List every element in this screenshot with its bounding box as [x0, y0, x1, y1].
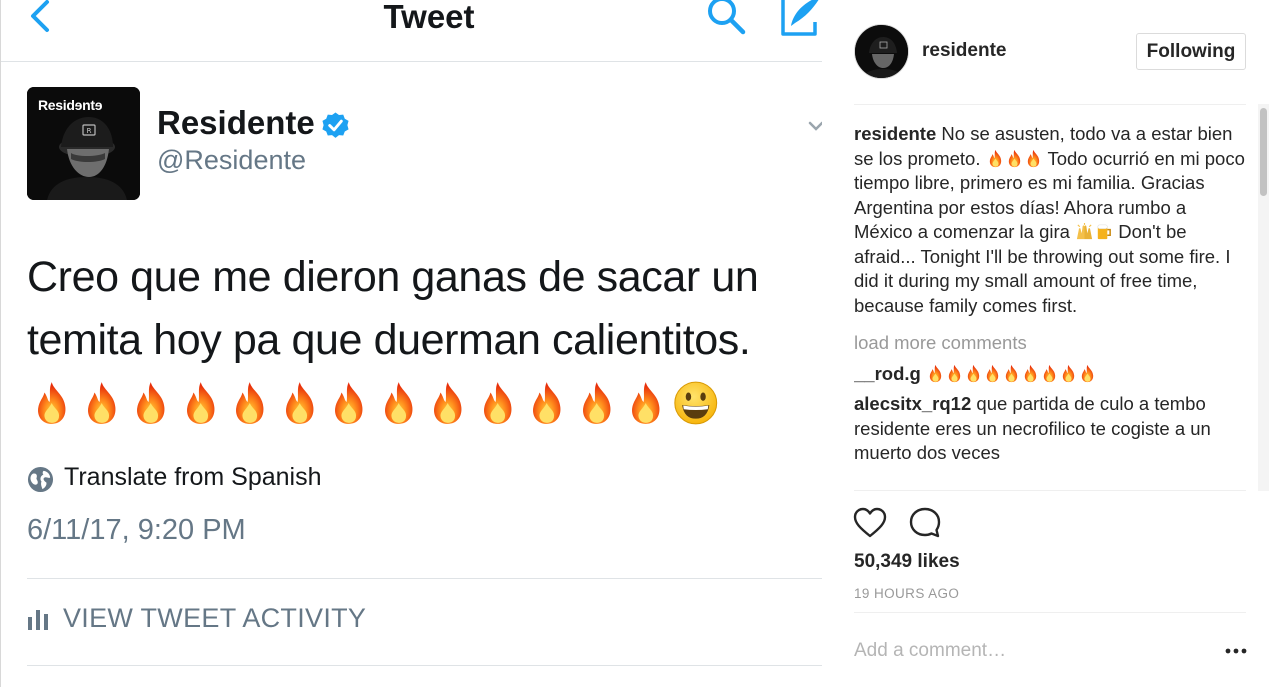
tweet-timestamp: 6/11/17, 9:20 PM [27, 514, 246, 546]
fire-emoji [423, 380, 473, 426]
tweet-header: Tweet [1, 0, 822, 62]
fire-emoji [176, 380, 226, 426]
fire-emoji [126, 380, 176, 426]
scroll-thumb[interactable] [1260, 108, 1267, 196]
heart-icon[interactable] [852, 505, 888, 541]
caption-emoji-fire [986, 148, 1043, 169]
fire-emoji [983, 364, 1002, 383]
fire-emoji [1005, 149, 1024, 168]
fire-emoji [473, 380, 523, 426]
avatar[interactable]: R Residɘntɘ [27, 87, 140, 200]
avatar-logo-text: Residɘntɘ [38, 97, 103, 113]
add-comment-input[interactable] [854, 636, 1194, 666]
fire-emoji [225, 380, 275, 426]
author-name[interactable]: Residente [157, 104, 315, 142]
comment-bubble-icon[interactable] [908, 505, 942, 541]
grinning-face-emoji [671, 380, 721, 426]
divider [854, 612, 1246, 613]
verified-badge-icon [322, 112, 349, 138]
fire-emoji [27, 380, 77, 426]
comment-username[interactable]: alecsitx_rq12 [854, 393, 971, 414]
tweet-text: Creo que me dieron ganas de sacar un tem… [27, 253, 759, 364]
following-button[interactable]: Following [1136, 33, 1246, 70]
load-more-comments-link[interactable]: load more comments [854, 331, 1246, 356]
fire-emoji [621, 380, 671, 426]
divider [27, 665, 822, 666]
more-options-icon[interactable] [1224, 640, 1248, 662]
comments-scrollbar[interactable] [1258, 104, 1269, 491]
post-time-ago: 19 HOURS AGO [854, 586, 960, 601]
fire-emoji [374, 380, 424, 426]
chevron-down-icon[interactable] [807, 118, 822, 136]
translate-label: Translate from Spanish [64, 463, 322, 491]
fire-emoji [324, 380, 374, 426]
fire-emoji [1040, 364, 1059, 383]
comment-emoji-fires [926, 363, 1097, 384]
author-handle[interactable]: @Residente [157, 145, 306, 176]
beer-mug-emoji [1097, 224, 1111, 240]
fire-emoji [1078, 364, 1097, 383]
fire-emoji [1059, 364, 1078, 383]
globe-icon [27, 466, 54, 493]
fire-emoji [1024, 149, 1043, 168]
avatar-photo [855, 25, 908, 78]
instagram-pane: residente Following residente No se asus… [822, 0, 1280, 687]
post-author-username[interactable]: residente [922, 40, 1006, 62]
search-icon[interactable] [703, 0, 749, 40]
fire-emoji [1021, 364, 1040, 383]
divider [854, 104, 1246, 105]
comment-username[interactable]: __rod.g [854, 363, 921, 384]
list-item: __rod.g [854, 362, 1246, 387]
fire-emoji [572, 380, 622, 426]
tweet-emoji-row [27, 380, 720, 430]
fire-emoji [986, 149, 1005, 168]
fire-emoji [945, 364, 964, 383]
fire-emoji [1002, 364, 1021, 383]
bar-chart-icon [28, 610, 48, 630]
divider [854, 490, 1246, 491]
divider [27, 578, 822, 579]
avatar[interactable] [854, 24, 909, 79]
page-title: Tweet [383, 0, 475, 35]
tweet-pane: Tweet R Residɘntɘ Residente @Residente C… [0, 0, 822, 687]
likes-count[interactable]: 50,349 likes [854, 551, 960, 573]
caption-username[interactable]: residente [854, 123, 936, 144]
fire-emoji [964, 364, 983, 383]
activity-label: VIEW TWEET ACTIVITY [63, 603, 367, 633]
fire-emoji [77, 380, 127, 426]
svg-text:R: R [87, 127, 92, 135]
compose-icon[interactable] [777, 0, 822, 38]
caption-emoji-misc [1075, 221, 1113, 242]
comments-list: residente No se asusten, todo va a estar… [854, 122, 1246, 490]
list-item: alecsitx_rq12 que partida de culo a temb… [854, 392, 1246, 466]
raised-hands-emoji [1076, 222, 1093, 240]
post-caption: residente No se asusten, todo va a estar… [854, 122, 1246, 318]
fire-emoji [522, 380, 572, 426]
fire-emoji [926, 364, 945, 383]
fire-emoji [275, 380, 325, 426]
